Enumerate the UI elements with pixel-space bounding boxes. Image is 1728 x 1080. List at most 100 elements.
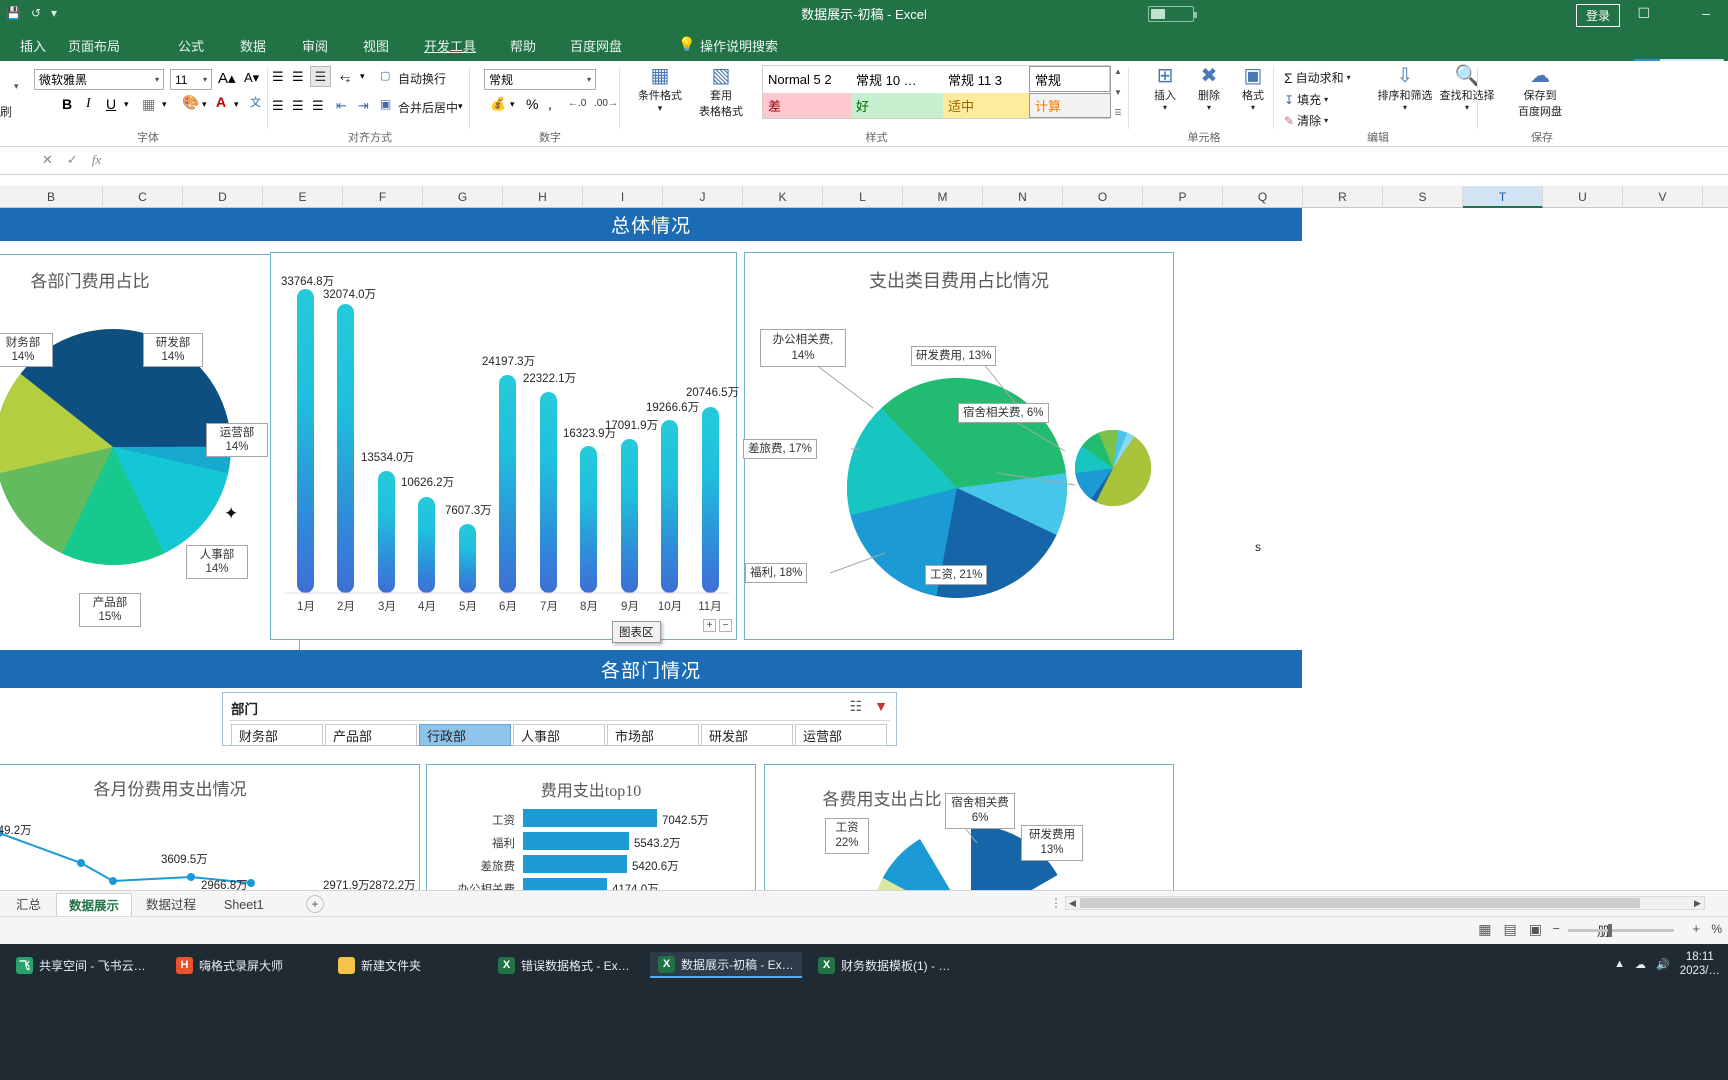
sheet-tab-data-display[interactable]: 数据展示	[56, 893, 133, 917]
system-tray[interactable]: ▲ ☁ 🔊 18:11 2023/…	[1614, 950, 1720, 978]
slicer-department[interactable]: 部门 ☷ ▼ 财务部 产品部 行政部 人事部 市场部 研发部 运营部	[222, 692, 897, 746]
percent-style-button[interactable]: %	[526, 96, 538, 112]
chevron-down-icon[interactable]: ▾	[202, 99, 207, 110]
fill-color-icon[interactable]: 🎨	[182, 94, 199, 111]
format-cells-button[interactable]: ▣ 格式 ▾	[1230, 65, 1276, 112]
chart-zoom-out-button[interactable]: −	[719, 619, 732, 632]
style-cell-good[interactable]: 好	[851, 93, 943, 118]
chevron-down-icon[interactable]: ▾	[155, 75, 159, 84]
style-cell-calculation[interactable]: 计算	[1029, 93, 1111, 118]
format-painter-icon[interactable]: 刷	[0, 103, 12, 120]
increase-font-size-icon[interactable]: A▴	[218, 69, 236, 87]
font-size-value[interactable]: 11	[175, 73, 187, 87]
style-gallery-scroll-down-icon[interactable]: ▼	[1114, 88, 1122, 97]
underline-button[interactable]: U	[106, 96, 116, 112]
align-bottom-icon[interactable]: ☰	[310, 66, 331, 87]
formula-input[interactable]	[136, 150, 1722, 172]
align-left-icon[interactable]: ☰	[272, 98, 284, 114]
fill-button[interactable]: ↧ 填充 ▾	[1284, 91, 1328, 108]
decrease-indent-icon[interactable]: ⇤	[336, 98, 347, 114]
scrollbar-thumb[interactable]	[1080, 898, 1640, 908]
slicer-item-admin[interactable]: 行政部	[419, 724, 511, 746]
confirm-icon[interactable]: ✓	[67, 152, 78, 168]
font-name-value[interactable]: 微软雅黑	[39, 71, 87, 88]
bold-button[interactable]: B	[62, 96, 72, 112]
phonetic-guide-icon[interactable]: 文	[250, 94, 261, 110]
style-cell-normal-5-2[interactable]: Normal 5 2	[763, 66, 851, 92]
column-header-M[interactable]: M	[903, 186, 983, 208]
column-header-C[interactable]: C	[103, 186, 183, 208]
wrap-text-icon[interactable]: ▢	[380, 69, 390, 82]
taskbar-item-feishu[interactable]: 飞 共享空间 - 飞书云…	[8, 952, 154, 978]
column-header-I[interactable]: I	[583, 186, 663, 208]
chevron-down-icon[interactable]: ▾	[14, 81, 19, 92]
worksheet-canvas[interactable]: 总体情况 各部门费用占比 财务部 14% 研发部 14% 运营部 14% 人事部…	[0, 208, 1728, 890]
style-cell-normal-10[interactable]: 常规 10 …	[851, 66, 943, 92]
align-center-icon[interactable]: ☰	[292, 98, 304, 114]
comma-style-button[interactable]: ,	[548, 96, 552, 112]
multi-select-icon[interactable]: ☷	[850, 698, 863, 715]
zoom-in-button[interactable]: +	[1692, 921, 1700, 936]
chart-expense-category[interactable]: 支出类目费用占比情况 办公相关费, 14% 研发费用, 13% 宿舍相关费, 6…	[743, 252, 1174, 640]
chevron-down-icon[interactable]: ▾	[203, 75, 207, 84]
taskbar-item-folder[interactable]: 新建文件夹	[330, 952, 429, 978]
chevron-down-icon[interactable]: ▾	[360, 71, 365, 82]
slicer-item-operations[interactable]: 运营部	[795, 724, 887, 746]
wrap-text-button[interactable]: 自动换行	[398, 70, 446, 87]
merge-center-button[interactable]: 合并后居中	[398, 99, 458, 116]
column-header-J[interactable]: J	[663, 186, 743, 208]
normal-view-icon[interactable]: ▦	[1478, 921, 1491, 938]
menu-item-data[interactable]: 数据	[240, 36, 266, 55]
minimize-icon[interactable]: –	[1702, 5, 1710, 21]
decrease-decimal-icon[interactable]: .00→	[594, 98, 618, 109]
chart-monthly-expense-bar[interactable]: 33764.8万 32074.0万 13534.0万 10626.2万 7607…	[270, 252, 739, 640]
menu-item-baidu-netdisk[interactable]: 百度网盘	[570, 36, 622, 55]
column-header-R[interactable]: R	[1303, 186, 1383, 208]
cancel-icon[interactable]: ✕	[42, 152, 53, 168]
column-header-N[interactable]: N	[983, 186, 1063, 208]
menu-item-help[interactable]: 帮助	[510, 36, 536, 55]
chevron-down-icon[interactable]: ▾	[458, 101, 463, 112]
login-button[interactable]: 登录	[1575, 4, 1620, 27]
taskbar-item-excel-error[interactable]: X 错误数据格式 - Ex…	[490, 952, 638, 978]
column-header-H[interactable]: H	[503, 186, 583, 208]
chart-zoom-in-button[interactable]: +	[703, 619, 716, 632]
style-cell-bad[interactable]: 差	[763, 93, 851, 118]
volume-icon[interactable]: 🔊	[1656, 958, 1670, 971]
column-header-B[interactable]: B	[0, 186, 103, 208]
network-icon[interactable]: ☁	[1635, 958, 1646, 971]
slicer-item-finance[interactable]: 财务部	[231, 724, 323, 746]
autosum-button[interactable]: Σ 自动求和 ▾	[1284, 69, 1351, 86]
style-cell-normal[interactable]: 常规	[1029, 66, 1111, 92]
merge-cells-icon[interactable]: ▣	[380, 97, 391, 111]
sheet-tab-sheet1[interactable]: Sheet1	[212, 893, 276, 917]
menu-item-formulas[interactable]: 公式	[178, 36, 204, 55]
column-header-S[interactable]: S	[1383, 186, 1463, 208]
sheet-tab-summary[interactable]: 汇总	[4, 893, 53, 917]
style-cell-neutral[interactable]: 适中	[943, 93, 1029, 118]
decrease-font-size-icon[interactable]: A▾	[244, 70, 259, 86]
font-color-icon[interactable]: A	[216, 94, 226, 110]
chevron-down-icon[interactable]: ▾	[510, 99, 515, 110]
style-gallery-scroll-up-icon[interactable]: ▲	[1114, 67, 1122, 76]
clock[interactable]: 18:11 2023/…	[1680, 950, 1720, 978]
column-header-V[interactable]: V	[1623, 186, 1703, 208]
column-header-L[interactable]: L	[823, 186, 903, 208]
menu-item-insert[interactable]: 插入	[20, 36, 46, 55]
column-header-O[interactable]: O	[1063, 186, 1143, 208]
scroll-right-icon[interactable]: ▶	[1691, 897, 1704, 909]
align-middle-icon[interactable]: ☰	[292, 69, 304, 85]
menu-item-developer[interactable]: 开发工具	[424, 36, 476, 55]
increase-decimal-icon[interactable]: ←.0	[568, 98, 586, 109]
chart-dept-cost-share[interactable]: 各部门费用占比 财务部14% 研发部14% 运营部14% 人事部14%	[0, 254, 300, 684]
style-cell-normal-11-3[interactable]: 常规 11 3	[943, 66, 1029, 92]
chevron-down-icon[interactable]: ▾	[587, 75, 591, 84]
view-buttons[interactable]: ▦ ▤ ▣	[1478, 921, 1542, 938]
page-break-preview-icon[interactable]: ▣	[1529, 921, 1542, 938]
sort-filter-button[interactable]: ⇩ 排序和筛选 ▾	[1374, 65, 1436, 112]
slicer-item-product[interactable]: 产品部	[325, 724, 417, 746]
chart-zoom-controls[interactable]: + −	[703, 619, 732, 632]
align-top-icon[interactable]: ☰	[272, 69, 284, 85]
slicer-item-marketing[interactable]: 市场部	[607, 724, 699, 746]
column-header-K[interactable]: K	[743, 186, 823, 208]
